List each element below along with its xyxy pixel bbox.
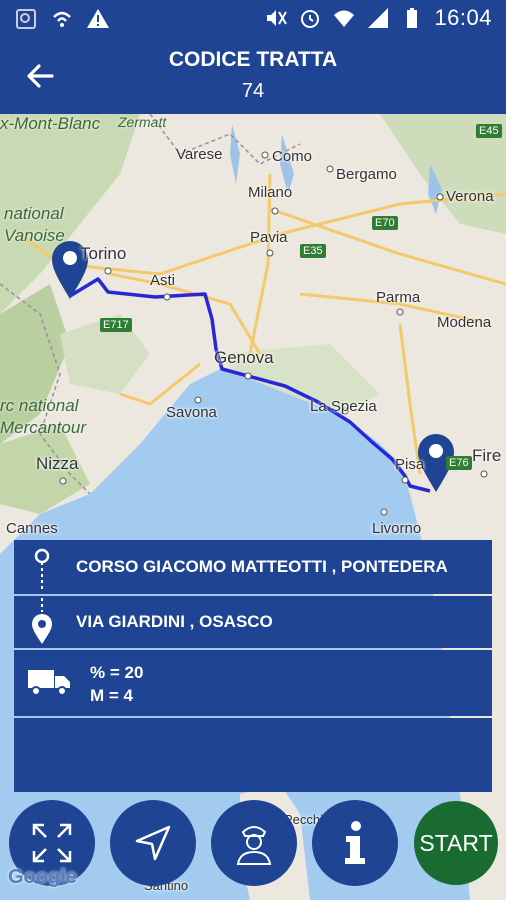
map-label-city: Cannes [6, 520, 58, 537]
m-value: M = 4 [90, 686, 133, 705]
map-label-city: Bergamo [336, 166, 397, 183]
map-label-city: La Spezia [310, 398, 377, 415]
map-label-city: Fire [472, 446, 502, 465]
origin-address: CORSO GIACOMO MATTEOTTI , PONTEDERA [76, 557, 448, 576]
map-label-city: Torino [80, 244, 127, 263]
wifi-icon [334, 10, 355, 27]
app-bar: CODICE TRATTA 74 [0, 38, 506, 114]
info-button[interactable] [312, 800, 398, 886]
truck-icon [28, 670, 70, 696]
origin-marker-icon [34, 548, 50, 590]
map-label-park: Zermatt [118, 114, 167, 130]
status-bar: 16:04 [0, 0, 506, 38]
status-time: 16:04 [434, 5, 492, 30]
map-label-park: rc national [0, 396, 79, 415]
driver-button[interactable] [211, 800, 297, 886]
map-label-city: Parma [376, 289, 421, 306]
map-label-city: Asti [150, 272, 176, 289]
google-attribution: Google [8, 866, 77, 888]
warning-icon [87, 9, 109, 28]
map-label-city: Verona [446, 188, 494, 205]
map-label-city: Pisa [395, 456, 425, 473]
highway-badge: E35 [300, 244, 326, 258]
map-label-city: Pavia [250, 229, 288, 246]
screenshot-icon [16, 9, 36, 29]
mute-icon [267, 10, 288, 26]
map-label-park: Vanoise [4, 226, 65, 245]
map-label-park: Mercantour [0, 418, 86, 437]
wifi-call-icon [53, 11, 71, 27]
destination-pin-icon [32, 598, 52, 644]
map-label-city: Savona [166, 404, 217, 421]
highway-badge: E76 [446, 456, 472, 470]
map-label-city: Livorno [372, 520, 422, 537]
percent-value: % = 20 [90, 663, 144, 682]
signal-icon [368, 8, 389, 28]
start-button[interactable]: START [414, 801, 498, 885]
map-label-city: Varese [176, 146, 223, 163]
map-label-city: Como [272, 148, 313, 165]
map-label-city: Nizza [36, 454, 79, 473]
destination-address: VIA GIARDINI , OSASCO [76, 612, 273, 631]
map-label-park: x-Mont-Blanc [0, 114, 101, 133]
highway-badge: E45 [476, 124, 502, 138]
navigate-button[interactable] [110, 800, 196, 886]
vehicle-info-row: % = 20 M = 4 [14, 650, 492, 716]
route-code: 74 [241, 80, 265, 102]
map-label-city: Milano [248, 184, 293, 201]
destination-row[interactable]: VIA GIARDINI , OSASCO [14, 596, 492, 648]
highway-badge: E70 [372, 216, 398, 230]
origin-row[interactable]: CORSO GIACOMO MATTEOTTI , PONTEDERA [14, 540, 492, 594]
driver-icon [236, 826, 272, 865]
battery-icon [407, 8, 418, 28]
map-label-city: Genova [214, 348, 274, 367]
map-label-park: national [4, 204, 64, 223]
map-label-city: Modena [437, 314, 492, 331]
empty-info-row [14, 718, 492, 792]
info-icon [345, 821, 365, 864]
navigation-arrow-icon [135, 825, 171, 861]
highway-badge: E717 [100, 318, 132, 332]
expand-icon [32, 823, 72, 863]
alarm-icon [301, 10, 320, 28]
page-title: CODICE TRATTA [168, 48, 338, 71]
